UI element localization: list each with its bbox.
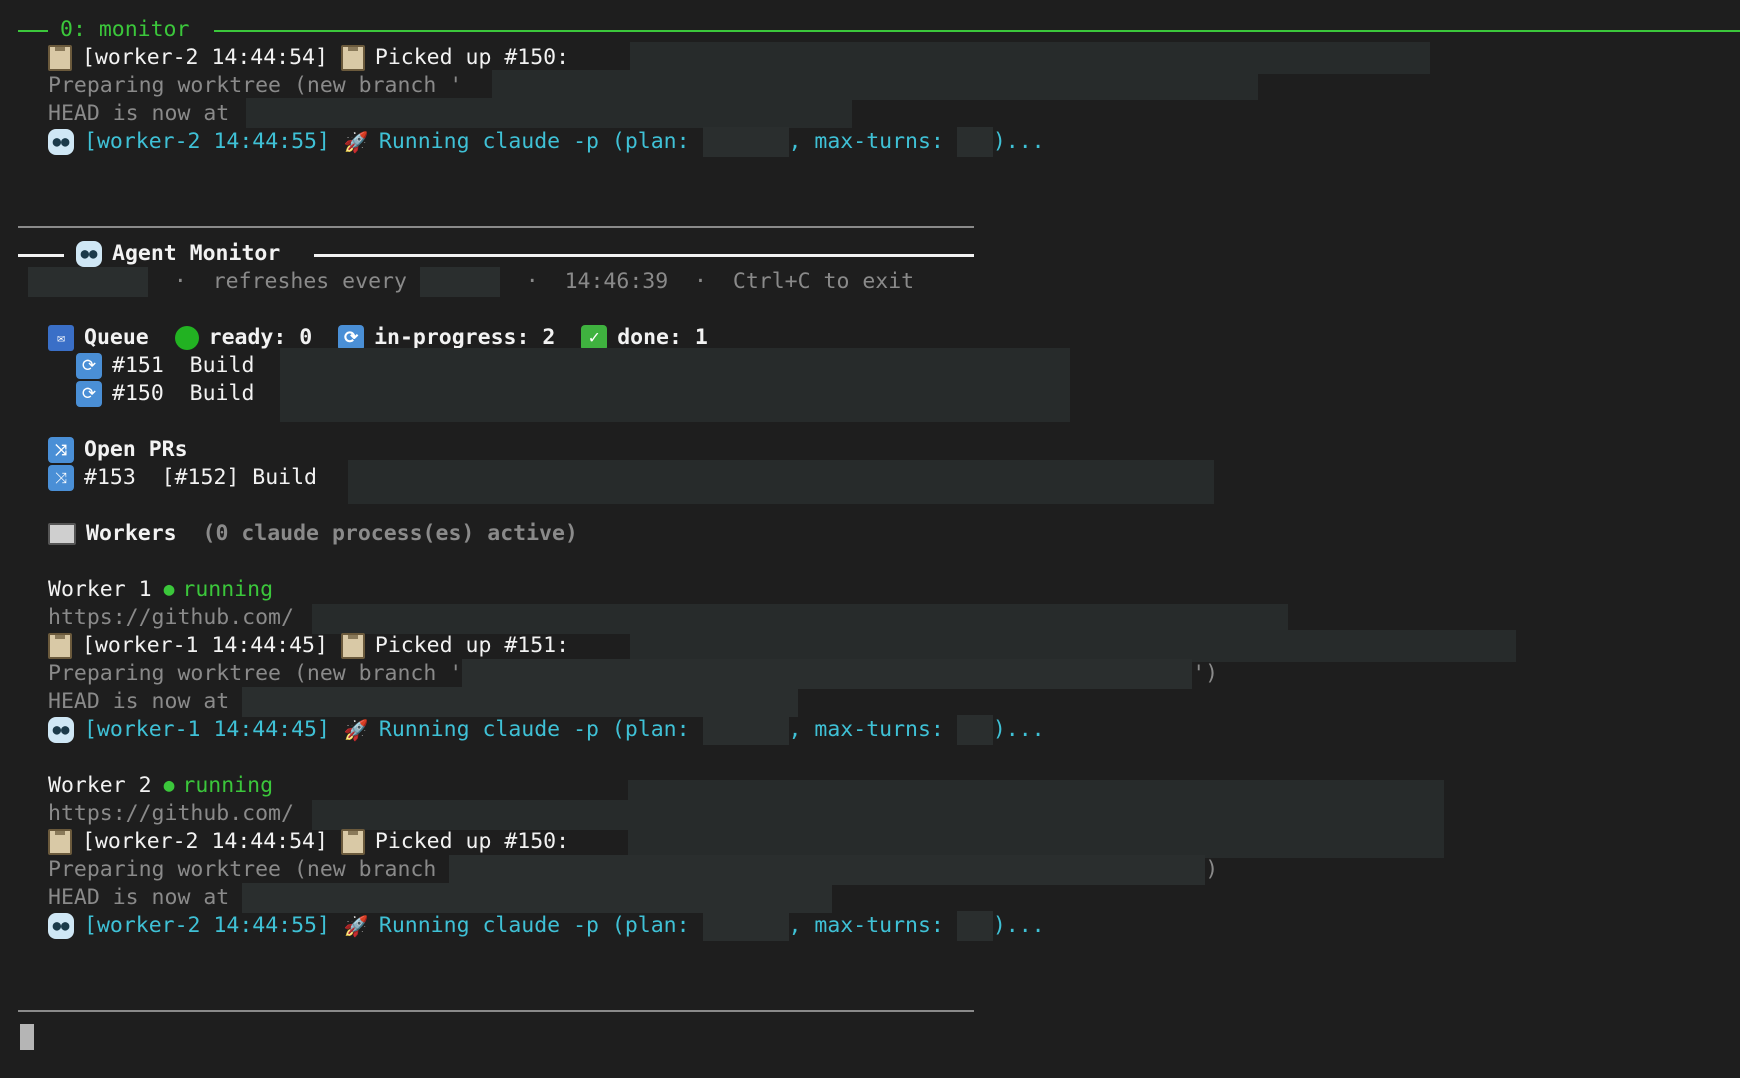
log-line-head: HEAD is now at <box>48 101 230 126</box>
sync-icon: ⟳ <box>76 381 102 407</box>
redacted-block <box>492 70 1258 100</box>
monitor-title: ●● Agent Monitor <box>76 240 280 268</box>
sync-icon: ⟳ <box>76 353 102 379</box>
terminal-cursor[interactable] <box>20 1024 34 1050</box>
worker-url: https://github.com/ <box>48 605 294 630</box>
monitor-subtitle: · refreshes every · 14:46:39 · Ctrl+C to… <box>28 267 915 297</box>
pane-border-right <box>214 30 1740 32</box>
clipboard-icon <box>340 829 365 855</box>
worker-url: https://github.com/ <box>48 801 294 826</box>
robot-icon: ●● <box>76 241 102 267</box>
redacted-block <box>312 800 628 830</box>
pane-title: 0: monitor <box>60 17 190 42</box>
workers-header: Workers (0 claude process(es) active) <box>48 520 578 548</box>
worker-running: ●● [worker-1 14:44:45] 🚀 Running claude … <box>48 715 1045 745</box>
mailbox-icon: ✉ <box>48 325 74 351</box>
rocket-icon: 🚀 <box>343 718 369 742</box>
robot-icon: ●● <box>48 129 74 155</box>
worker-head: HEAD is now at <box>48 687 799 717</box>
workers-active: (0 claude process(es) active) <box>202 521 578 546</box>
redacted-block <box>628 780 1444 858</box>
status-dot: ● <box>163 579 175 600</box>
title-rule-right <box>314 254 974 257</box>
clipboard-icon <box>48 633 72 659</box>
prs-header: ⤨ Open PRs <box>48 436 188 464</box>
clipboard-icon <box>340 633 365 659</box>
title-rule-left <box>18 254 64 257</box>
monitor-time: 14:46:39 <box>564 269 669 294</box>
divider <box>18 1010 974 1012</box>
worker-status: running <box>182 773 274 798</box>
log-line-picked: [worker-2 14:44:54] Picked up #150: <box>48 44 569 72</box>
worker-picked: [worker-1 14:44:45] Picked up #151: <box>48 632 569 660</box>
pr-item: ⤨ #153 [#152] Build <box>48 464 317 492</box>
shuffle-icon: ⤨ <box>48 437 74 463</box>
worker-prepare: Preparing worktree (new branch ) <box>48 855 1218 885</box>
clipboard-icon <box>48 829 72 855</box>
redacted-block <box>246 98 852 128</box>
exit-hint: Ctrl+C to exit <box>732 269 915 294</box>
worker-running: ●● [worker-2 14:44:55] 🚀 Running claude … <box>48 911 1045 941</box>
log-line-running: ●● [worker-2 14:44:55] 🚀 Running claude … <box>48 127 1045 157</box>
robot-icon: ●● <box>48 913 74 939</box>
green-circle-icon <box>174 326 199 350</box>
worker-picked: [worker-2 14:44:54] Picked up #150: <box>48 828 569 856</box>
log-line-prepare: Preparing worktree (new branch ' <box>48 73 463 98</box>
queue-item: ⟳ #151 Build <box>76 352 254 380</box>
status-dot: ● <box>163 775 175 796</box>
clipboard-icon <box>48 45 72 71</box>
worker-status: running <box>182 577 274 602</box>
worker-name: Worker 1 ● running <box>48 577 274 602</box>
worker-prepare: Preparing worktree (new branch ' ') <box>48 659 1218 689</box>
pane-border-left <box>18 30 48 32</box>
computer-icon <box>48 523 76 545</box>
divider <box>18 226 974 228</box>
shuffle-icon: ⤨ <box>48 465 74 491</box>
clipboard-icon <box>340 45 365 71</box>
redacted-block <box>348 460 1214 504</box>
rocket-icon: 🚀 <box>343 914 369 938</box>
queue-item: ⟳ #150 Build <box>76 380 254 408</box>
redacted-block <box>630 630 1516 662</box>
worker-head: HEAD is now at <box>48 883 833 913</box>
worker-name: Worker 2 ● running <box>48 773 274 798</box>
rocket-icon: 🚀 <box>343 130 369 154</box>
robot-icon: ●● <box>48 717 74 743</box>
redacted-block <box>280 348 1070 422</box>
